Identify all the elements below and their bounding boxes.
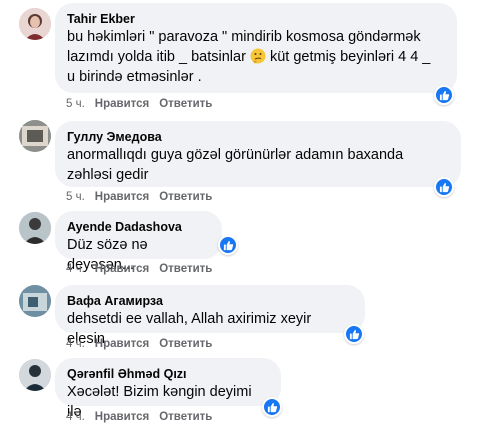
comment-actions: 4 ч. Нравится Ответить	[66, 263, 212, 275]
comment-actions: 4 ч. Нравится Ответить	[66, 338, 212, 350]
like-link[interactable]: Нравится	[95, 411, 149, 423]
comment-author[interactable]: Ayende Dadashova	[67, 219, 210, 235]
like-link[interactable]: Нравится	[95, 338, 149, 350]
comment-author[interactable]: Tahir Ekber	[67, 11, 445, 27]
comment-item: Tahir Ekber bu həkimləri " paravoza " mi…	[0, 0, 479, 120]
comment-bubble: Вафа Агамирза dehsetdi ee vallah, Allah …	[55, 285, 365, 347]
comment-author[interactable]: Гуллу Эмедова	[67, 129, 449, 145]
reply-link[interactable]: Ответить	[159, 98, 212, 110]
thumbs-up-icon	[267, 402, 277, 412]
thumbs-up-icon	[223, 240, 233, 250]
comment-item: Qərənfil Əhməd Qızı Xəcələt! Bizim kəngi…	[0, 355, 479, 427]
comment-text-line: lazımdı yolda itib _ batsinlar küt getmi…	[67, 47, 445, 67]
comment-bubble: Гуллу Эмедова anormallıqdı guya gözəl gö…	[55, 121, 461, 187]
comment-text: bu həkimləri " paravoza " mindirib kosmo…	[67, 27, 445, 87]
avatar[interactable]	[19, 8, 51, 40]
reply-link[interactable]: Ответить	[159, 338, 212, 350]
thinking-face-emoji	[250, 48, 266, 64]
comment-text-line: anormallıqdı guya gözəl görünürlər adamı…	[67, 147, 404, 163]
comment-author[interactable]: Qərənfil Əhməd Qızı	[67, 366, 269, 382]
comment-text-line: zəhləsi gedir	[67, 167, 149, 183]
avatar[interactable]	[19, 285, 51, 317]
thumbs-up-icon	[439, 182, 449, 192]
comment-actions: 5 ч. Нравится Ответить	[66, 191, 212, 203]
like-reaction-badge[interactable]	[434, 177, 454, 197]
comment-text: anormallıqdı guya gözəl görünürlər adamı…	[67, 145, 449, 185]
reply-link[interactable]: Ответить	[159, 263, 212, 275]
comment-bubble: Tahir Ekber bu həkimləri " paravoza " mi…	[55, 3, 457, 93]
comment-text-line: u birində etməsinlər .	[67, 69, 202, 85]
comment-timestamp[interactable]: 5 ч.	[66, 98, 85, 110]
comment-actions: 4 ч. Нравится Ответить	[66, 411, 212, 423]
comment-text-fragment: lazımdı yolda itib _ batsinlar	[67, 49, 246, 65]
reply-link[interactable]: Ответить	[159, 191, 212, 203]
avatar[interactable]	[19, 359, 51, 391]
thumbs-up-icon	[439, 90, 449, 100]
comment-author[interactable]: Вафа Агамирза	[67, 293, 353, 309]
like-reaction-badge[interactable]	[434, 85, 454, 105]
like-link[interactable]: Нравится	[95, 98, 149, 110]
comment-bubble: Qərənfil Əhməd Qızı Xəcələt! Bizim kəngi…	[55, 358, 281, 420]
reply-link[interactable]: Ответить	[159, 411, 212, 423]
like-link[interactable]: Нравится	[95, 263, 149, 275]
comment-timestamp[interactable]: 5 ч.	[66, 191, 85, 203]
comment-item: Ayende Dadashova Düz sözə nə deyəsən... …	[0, 208, 479, 280]
like-reaction-badge[interactable]	[218, 235, 238, 255]
comment-timestamp[interactable]: 4 ч.	[66, 263, 85, 275]
like-link[interactable]: Нравится	[95, 191, 149, 203]
comment-text-line: bu həkimləri " paravoza " mindirib kosmo…	[67, 29, 421, 45]
like-reaction-badge[interactable]	[344, 324, 364, 344]
like-reaction-badge[interactable]	[262, 397, 282, 417]
thumbs-up-icon	[349, 329, 359, 339]
comment-timestamp[interactable]: 4 ч.	[66, 411, 85, 423]
comment-item: Гуллу Эмедова anormallıqdı guya gözəl gö…	[0, 118, 479, 208]
avatar[interactable]	[19, 212, 51, 244]
avatar[interactable]	[19, 120, 51, 152]
comment-actions: 5 ч. Нравится Ответить	[66, 98, 212, 110]
comment-timestamp[interactable]: 4 ч.	[66, 338, 85, 350]
comment-item: Вафа Агамирза dehsetdi ee vallah, Allah …	[0, 282, 479, 354]
comment-text-fragment: küt getmiş beyinləri 4 4 _	[265, 49, 431, 65]
comment-bubble: Ayende Dadashova Düz sözə nə deyəsən...	[55, 211, 222, 273]
